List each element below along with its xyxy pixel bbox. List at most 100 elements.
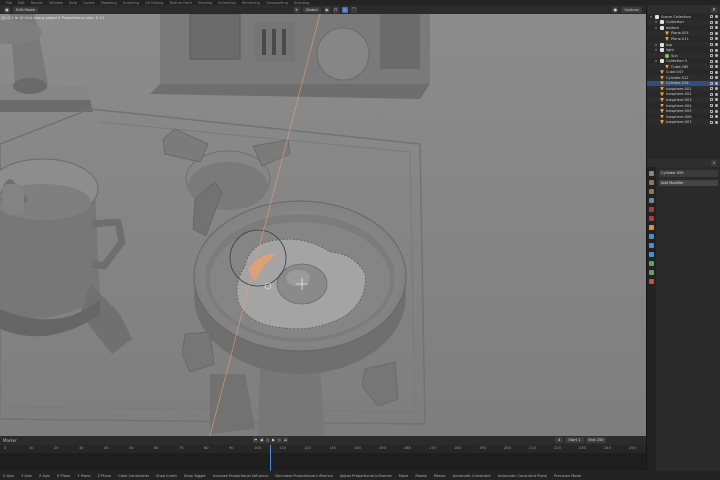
expand-toggle-icon[interactable]: ▾: [654, 26, 658, 30]
visibility-eye-icon[interactable]: [715, 26, 718, 30]
visibility-eye-icon[interactable]: [715, 76, 718, 80]
top-menu-item[interactable]: Layout: [83, 1, 95, 5]
shading-solid-icon[interactable]: ●: [612, 6, 619, 13]
top-menu-item[interactable]: Window: [49, 1, 63, 5]
play-reverse-icon[interactable]: ◁: [265, 437, 270, 443]
visibility-eye-icon[interactable]: [715, 92, 718, 96]
exclude-checkbox-icon[interactable]: [710, 76, 713, 80]
visibility-eye-icon[interactable]: [715, 115, 718, 119]
physics-tab-icon[interactable]: [649, 252, 654, 257]
exclude-checkbox-icon[interactable]: [710, 104, 713, 108]
top-menu-item[interactable]: Render: [31, 1, 43, 5]
exclude-checkbox-icon[interactable]: [710, 54, 713, 58]
top-menu-item[interactable]: Edit: [18, 1, 25, 5]
visibility-eye-icon[interactable]: [715, 87, 718, 91]
add-modifier-button[interactable]: Add Modifier: [659, 180, 718, 186]
exclude-checkbox-icon[interactable]: [710, 70, 713, 74]
current-frame-field[interactable]: 4: [555, 437, 564, 443]
top-menu-item[interactable]: File: [6, 1, 12, 5]
transform-orientation-dropdown[interactable]: Global: [302, 6, 321, 13]
expand-toggle-icon[interactable]: ▾: [654, 43, 658, 47]
editor-type-icon[interactable]: ▣: [4, 6, 10, 13]
exclude-checkbox-icon[interactable]: [710, 65, 713, 69]
exclude-checkbox-icon[interactable]: [710, 120, 713, 124]
snap-icon[interactable]: ⊓: [332, 6, 339, 13]
top-menu-item[interactable]: Help: [69, 1, 77, 5]
output-tab-icon[interactable]: [649, 189, 654, 194]
expand-toggle-icon[interactable]: ▾: [649, 15, 653, 19]
visibility-eye-icon[interactable]: [715, 81, 718, 85]
material-tab-icon[interactable]: [649, 279, 654, 284]
options-dropdown[interactable]: Options: [621, 6, 642, 13]
top-menu-item[interactable]: Rendering: [242, 1, 260, 5]
start-frame-field[interactable]: Start 1: [565, 437, 584, 443]
exclude-checkbox-icon[interactable]: [710, 59, 713, 63]
visibility-eye-icon[interactable]: [715, 37, 718, 41]
exclude-checkbox-icon[interactable]: [710, 109, 713, 113]
exclude-checkbox-icon[interactable]: [710, 43, 713, 46]
visibility-eye-icon[interactable]: [715, 109, 718, 113]
top-menu-item[interactable]: UV Editing: [145, 1, 163, 5]
prev-key-icon[interactable]: ◀: [259, 437, 264, 443]
top-menu-item[interactable]: Sculpting: [123, 1, 139, 5]
timeline-tracks[interactable]: [0, 453, 646, 471]
visibility-eye-icon[interactable]: [715, 43, 718, 46]
visibility-eye-icon[interactable]: [715, 31, 718, 35]
orientation-icon[interactable]: ⌖: [293, 6, 300, 13]
end-frame-field[interactable]: End 250: [585, 437, 607, 443]
scene-tab-icon[interactable]: [649, 207, 654, 212]
jump-end-icon[interactable]: ⏭: [283, 437, 288, 443]
proportional-edit-icon[interactable]: ◎: [341, 6, 348, 13]
exclude-checkbox-icon[interactable]: [710, 92, 713, 96]
visibility-eye-icon[interactable]: [715, 48, 718, 52]
particles-tab-icon[interactable]: [649, 243, 654, 248]
top-menu-item[interactable]: Modeling: [101, 1, 117, 5]
exclude-checkbox-icon[interactable]: [710, 31, 713, 35]
outliner-row[interactable]: Icosphere.007: [647, 119, 720, 125]
falloff-icon[interactable]: ⌒: [350, 6, 357, 13]
exclude-checkbox-icon[interactable]: [710, 48, 713, 52]
world-tab-icon[interactable]: [649, 216, 654, 221]
render-tab-icon[interactable]: [649, 180, 654, 185]
visibility-eye-icon[interactable]: [715, 15, 718, 19]
playhead[interactable]: [270, 445, 271, 471]
pivot-icon[interactable]: ◉: [323, 6, 330, 13]
visibility-eye-icon[interactable]: [715, 104, 718, 108]
visibility-eye-icon[interactable]: [715, 65, 718, 69]
filter-icon[interactable]: ⊽: [711, 6, 717, 13]
next-key-icon[interactable]: ▷: [277, 437, 282, 443]
exclude-checkbox-icon[interactable]: [710, 98, 713, 102]
expand-toggle-icon[interactable]: ▾: [654, 20, 658, 24]
object-tab-icon[interactable]: [649, 225, 654, 230]
top-menu-item[interactable]: Scripting: [294, 1, 310, 5]
tool-tab-icon[interactable]: [649, 171, 654, 176]
mode-dropdown[interactable]: Edit Mode: [13, 6, 38, 13]
exclude-checkbox-icon[interactable]: [710, 20, 713, 24]
properties-search-icon[interactable]: ⌕: [711, 160, 717, 166]
exclude-checkbox-icon[interactable]: [710, 15, 713, 19]
timeline-marker-menu[interactable]: Marker: [3, 438, 17, 443]
object-name-field[interactable]: Cylinder.059: [659, 170, 718, 177]
3d-viewport[interactable]: D: 0.1 m (0.1m) along global X Proportio…: [0, 14, 646, 436]
exclude-checkbox-icon[interactable]: [710, 37, 713, 41]
view-layer-tab-icon[interactable]: [649, 198, 654, 203]
expand-toggle-icon[interactable]: ▾: [654, 59, 658, 63]
visibility-eye-icon[interactable]: [715, 59, 718, 63]
constraints-tab-icon[interactable]: [649, 261, 654, 266]
exclude-checkbox-icon[interactable]: [710, 81, 713, 85]
timeline-ruler[interactable]: 0 10 20 30 40 50 60 70 80 90 100 110 120 130 140 150 160…: [0, 445, 646, 453]
top-menu-item[interactable]: Shading: [198, 1, 212, 5]
data-tab-icon[interactable]: [649, 270, 654, 275]
play-icon[interactable]: ▶: [271, 437, 276, 443]
top-menu-item[interactable]: Texture Paint: [169, 1, 192, 5]
visibility-eye-icon[interactable]: [715, 54, 718, 58]
modifier-tab-icon[interactable]: [649, 234, 654, 239]
visibility-eye-icon[interactable]: [715, 120, 718, 124]
visibility-eye-icon[interactable]: [715, 98, 718, 102]
expand-toggle-icon[interactable]: ▾: [654, 48, 658, 52]
visibility-eye-icon[interactable]: [715, 70, 718, 74]
exclude-checkbox-icon[interactable]: [710, 87, 713, 91]
top-menu-item[interactable]: Compositing: [266, 1, 288, 5]
exclude-checkbox-icon[interactable]: [710, 26, 713, 30]
jump-start-icon[interactable]: ⏮: [253, 437, 258, 443]
